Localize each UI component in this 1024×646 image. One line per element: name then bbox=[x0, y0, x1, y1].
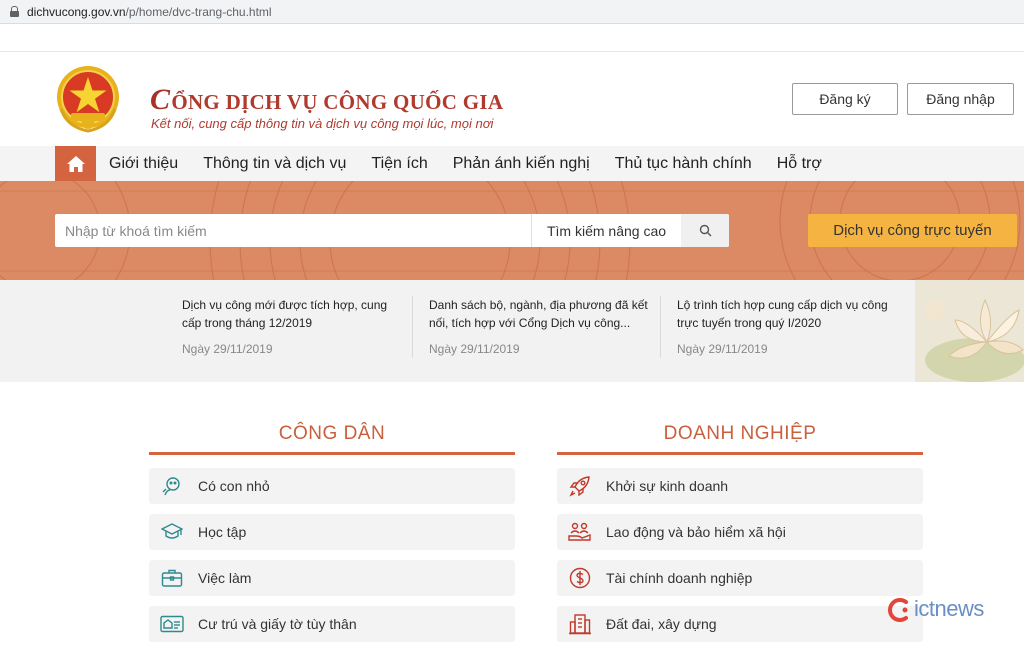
service-label: Cư trú và giấy tờ tùy thân bbox=[198, 616, 357, 632]
nav-item-procedures[interactable]: Thủ tục hành chính bbox=[615, 155, 752, 173]
nav-item-about[interactable]: Giới thiệu bbox=[109, 155, 178, 173]
search-banner: Tìm kiếm nâng cao Dịch vụ công trực tuyế… bbox=[0, 181, 1024, 280]
news-divider bbox=[660, 296, 661, 358]
news-item[interactable]: Danh sách bộ, ngành, địa phương đã kết n… bbox=[429, 296, 649, 356]
people-hand-icon bbox=[568, 520, 592, 544]
service-label: Đất đai, xây dựng bbox=[606, 616, 717, 632]
ictnews-logo-icon bbox=[888, 598, 908, 622]
url-path: /p/home/dvc-trang-chu.html bbox=[125, 4, 272, 19]
home-icon bbox=[66, 155, 85, 172]
site-title-initial: C bbox=[150, 83, 171, 116]
citizen-section-underline bbox=[149, 452, 515, 455]
nav-item-support[interactable]: Hỗ trợ bbox=[777, 155, 822, 173]
service-label: Khởi sự kinh doanh bbox=[606, 478, 729, 494]
graduation-cap-icon bbox=[160, 520, 184, 544]
lotus-decoration-icon bbox=[915, 280, 1024, 382]
service-label: Lao động và bảo hiểm xã hội bbox=[606, 524, 786, 540]
business-section-title: DOANH NGHIỆP bbox=[663, 423, 817, 444]
nav-item-utilities[interactable]: Tiện ích bbox=[371, 155, 427, 173]
browser-toolbar-strip bbox=[0, 24, 1024, 52]
site-header: CỔNG DỊCH VỤ CÔNG QUỐC GIA Kết nối, cung… bbox=[0, 53, 1024, 145]
news-divider bbox=[412, 296, 413, 358]
search-icon bbox=[699, 224, 711, 237]
nav-item-feedback[interactable]: Phản ánh kiến nghị bbox=[453, 155, 590, 173]
news-date: Ngày 29/11/2019 bbox=[677, 342, 768, 356]
main-nav: Giới thiệu Thông tin và dịch vụ Tiện ích… bbox=[0, 146, 1024, 181]
citizen-item-education[interactable]: Học tập bbox=[149, 514, 515, 550]
service-label: Học tập bbox=[198, 524, 247, 540]
id-card-icon bbox=[160, 612, 184, 636]
news-title[interactable]: Lộ trình tích hợp cung cấp dịch vụ công … bbox=[677, 296, 897, 332]
watermark-text: ictnews bbox=[914, 596, 984, 621]
service-label: Tài chính doanh nghiệp bbox=[606, 570, 753, 586]
register-button[interactable]: Đăng ký bbox=[792, 83, 898, 115]
baby-icon bbox=[160, 474, 184, 498]
business-item-finance[interactable]: Tài chính doanh nghiệp bbox=[557, 560, 923, 596]
online-services-button[interactable]: Dịch vụ công trực tuyến bbox=[808, 214, 1017, 247]
news-date: Ngày 29/11/2019 bbox=[429, 342, 520, 356]
news-title[interactable]: Danh sách bộ, ngành, địa phương đã kết n… bbox=[429, 296, 649, 332]
citizen-item-employment[interactable]: Việc làm bbox=[149, 560, 515, 596]
news-item[interactable]: Lộ trình tích hợp cung cấp dịch vụ công … bbox=[677, 296, 897, 356]
lock-icon bbox=[10, 6, 19, 17]
news-item[interactable]: Dịch vụ công mới được tích hợp, cung cấp… bbox=[182, 296, 402, 356]
site-title-rest: ỔNG DỊCH VỤ CÔNG QUỐC GIA bbox=[171, 90, 504, 114]
dollar-icon bbox=[568, 566, 592, 590]
business-item-labor-insurance[interactable]: Lao động và bảo hiểm xã hội bbox=[557, 514, 923, 550]
building-icon bbox=[568, 612, 592, 636]
business-item-startup[interactable]: Khởi sự kinh doanh bbox=[557, 468, 923, 504]
briefcase-icon bbox=[160, 566, 184, 590]
business-item-land-construction[interactable]: Đất đai, xây dựng bbox=[557, 606, 923, 642]
news-strip: Dịch vụ công mới được tích hợp, cung cấp… bbox=[0, 280, 1024, 382]
address-bar[interactable]: dichvucong.gov.vn/p/home/dvc-trang-chu.h… bbox=[0, 0, 1024, 24]
service-label: Có con nhỏ bbox=[198, 478, 270, 494]
service-label: Việc làm bbox=[198, 570, 252, 586]
ictnews-watermark: ictnews bbox=[884, 594, 1008, 624]
news-date: Ngày 29/11/2019 bbox=[182, 342, 273, 356]
site-title[interactable]: CỔNG DỊCH VỤ CÔNG QUỐC GIA bbox=[150, 83, 503, 117]
national-emblem-icon bbox=[57, 66, 119, 133]
rocket-icon bbox=[568, 474, 592, 498]
login-button[interactable]: Đăng nhập bbox=[907, 83, 1014, 115]
citizen-section-title: CÔNG DÂN bbox=[278, 423, 386, 444]
nav-home-button[interactable] bbox=[55, 146, 96, 181]
search-box: Tìm kiếm nâng cao bbox=[55, 214, 729, 247]
citizen-item-residence[interactable]: Cư trú và giấy tờ tùy thân bbox=[149, 606, 515, 642]
site-subtitle: Kết nối, cung cấp thông tin và dịch vụ c… bbox=[151, 116, 494, 131]
citizen-item-children[interactable]: Có con nhỏ bbox=[149, 468, 515, 504]
news-title[interactable]: Dịch vụ công mới được tích hợp, cung cấp… bbox=[182, 296, 402, 332]
business-section-underline bbox=[557, 452, 923, 455]
advanced-search-button[interactable]: Tìm kiếm nâng cao bbox=[531, 214, 681, 247]
url-domain: dichvucong.gov.vn bbox=[27, 4, 126, 19]
nav-item-info-services[interactable]: Thông tin và dịch vụ bbox=[203, 155, 346, 173]
search-button[interactable] bbox=[681, 214, 729, 247]
search-input[interactable] bbox=[55, 214, 531, 247]
